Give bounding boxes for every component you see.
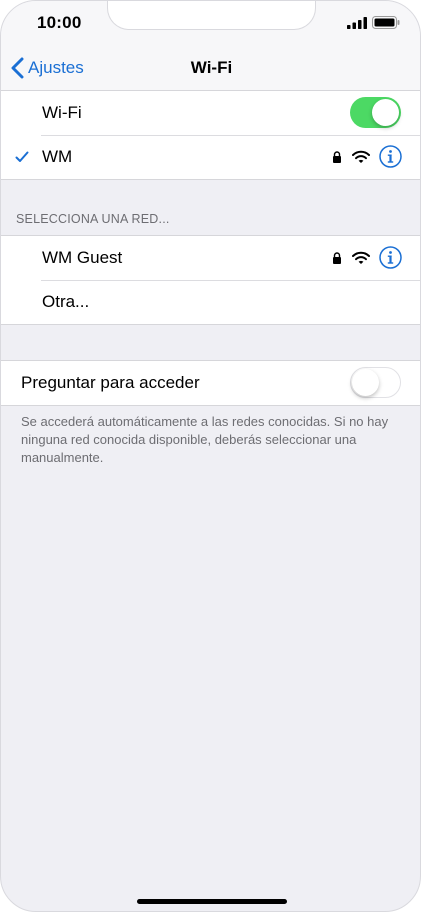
wifi-toggle[interactable] <box>350 97 401 128</box>
lock-icon <box>333 151 341 163</box>
network-row[interactable]: WM Guest <box>1 236 420 280</box>
navigation-bar: Ajustes Wi-Fi <box>1 45 420 91</box>
lock-icon <box>333 252 341 264</box>
page-title: Wi-Fi <box>190 58 233 77</box>
ask-join-footer: Se accederá automáticamente a las redes … <box>21 414 389 465</box>
wifi-label: Wi-Fi <box>42 103 82 122</box>
ask-join-toggle[interactable] <box>350 367 401 398</box>
cellular-signal-icon <box>347 17 367 29</box>
other-network-label: Otra... <box>42 292 90 311</box>
home-indicator[interactable] <box>137 899 287 904</box>
device-notch <box>107 1 316 30</box>
toggle-knob <box>372 99 399 126</box>
status-bar: 10:00 <box>1 1 420 45</box>
info-icon[interactable] <box>379 145 402 168</box>
toggle-knob <box>352 369 379 396</box>
connected-network-row[interactable]: WM <box>1 135 420 179</box>
network-name: WM Guest <box>42 248 123 267</box>
networks-group: WM Guest Otra... <box>1 235 420 325</box>
ask-join-group: Preguntar para acceder <box>1 360 420 406</box>
network-name: WM <box>42 147 73 166</box>
wifi-signal-icon <box>352 150 370 163</box>
battery-icon <box>372 16 400 29</box>
other-network-row[interactable]: Otra... <box>1 280 420 324</box>
wifi-signal-icon <box>352 251 370 264</box>
ask-join-label: Preguntar para acceder <box>21 373 200 392</box>
wifi-group: Wi-Fi WM <box>1 90 420 180</box>
status-time: 10:00 <box>37 13 82 32</box>
wifi-toggle-row: Wi-Fi <box>1 91 420 135</box>
networks-section-header: SELECCIONA UNA RED... <box>16 212 170 226</box>
ask-join-row: Preguntar para acceder <box>1 361 420 405</box>
checkmark-icon <box>15 151 29 162</box>
info-icon[interactable] <box>379 246 402 269</box>
phone-screen: 10:00 Ajustes Wi-Fi Wi-Fi WM SELECCIONA … <box>0 0 421 912</box>
